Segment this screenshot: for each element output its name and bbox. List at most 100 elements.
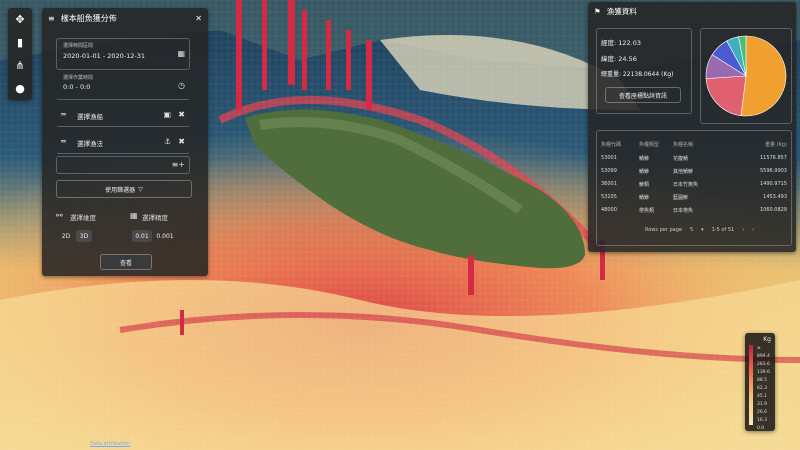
cell-type: 鯖鰺 (639, 156, 650, 162)
chevron-down-icon[interactable]: ▾ (701, 227, 704, 233)
table-row[interactable]: 36001 鯵類 日本竹筴魚 1490.9715 (601, 181, 787, 188)
catch-distribution-panel: ≡ 樣本船魚獲分佈 ✕ 選擇時間區間 2020-01-01 - 2020-12-… (42, 8, 208, 276)
legend-label: 283.6 (757, 362, 770, 367)
cell-name: 花腹鯖 (673, 156, 689, 162)
legend-label: ≥ 894.4 (757, 346, 770, 359)
hook-icon[interactable]: ⚓ (164, 137, 171, 146)
catch-data-panel: ⚑ 漁獲資料 經度: 122.03 緯度: 24.56 總重量: 22138.0… (588, 2, 796, 252)
hierarchy-icon[interactable]: ⋔ (8, 54, 32, 77)
bar-chart-icon[interactable]: ▮ (8, 31, 32, 54)
coordinate-info-box: 經度: 122.03 緯度: 24.56 總重量: 22138.0644 (Kg… (596, 28, 692, 114)
cell-name: 其他鯖鰺 (673, 169, 694, 175)
drag-handle-icon[interactable]: ═ (61, 110, 66, 119)
date-range-field[interactable]: 選擇時間區間 2020-01-01 - 2020-12-31 ▦ (56, 38, 190, 70)
apply-filter-label: 使用篩選器 (105, 186, 136, 194)
pie-slice[interactable] (740, 35, 787, 117)
pagination-bar: Rows per page 5 ▾ 1-5 of 51 ‹ › (645, 227, 754, 233)
vessel-select-row[interactable]: ═ 選擇漁船 ▣ ✖ (56, 103, 190, 127)
legend-label: 62.3 (757, 386, 768, 391)
resolution-0001-button[interactable]: 0.001 (154, 230, 176, 242)
resolution-001-button[interactable]: 0.01 (132, 230, 152, 242)
chevron-right-icon[interactable]: › (752, 227, 754, 233)
table-row[interactable]: 53099 鯖鰺 其他鯖鰺 5596.9903 (601, 168, 787, 175)
table-header: 魚種代碼 魚種類型 魚種名稱 重量 (Kg) (601, 141, 787, 148)
species-pie-box (700, 28, 792, 124)
filter-icon: ▽ (138, 185, 143, 193)
weight-legend: Kg ≥ 894.4 283.6 139.6 88.5 62.3 45.1 31.9 26.6… (745, 333, 775, 431)
cell-name: 藍圓鰺 (673, 195, 689, 201)
species-table: 魚種代碼 魚種類型 魚種名稱 重量 (Kg) 53001 鯖鰺 花腹鯖 1157… (596, 130, 792, 246)
cell-code: 53099 (601, 168, 617, 174)
dimension-3d-button[interactable]: 3D (76, 230, 92, 242)
col-weight: 重量 (Kg) (765, 142, 787, 148)
rows-per-page-label: Rows per page (645, 227, 682, 233)
cell-name: 日本竹筴魚 (673, 182, 699, 188)
work-time-label: 選擇作業時間 (63, 75, 94, 81)
total-weight-text: 總重量: 22138.0644 (Kg) (601, 71, 674, 78)
cell-weight: 1453.493 (763, 194, 787, 200)
method-select[interactable]: 選擇漁法 (77, 138, 103, 148)
panel-title: 樣本船魚獲分佈 (60, 13, 117, 23)
cell-type: 鯖鰺 (639, 169, 650, 175)
legend-color-bar (749, 345, 753, 425)
latitude-text: 緯度: 24.56 (601, 55, 637, 63)
method-select-row[interactable]: ═ 選擇漁法 ⚓ ✖ (56, 130, 190, 154)
add-list-icon[interactable]: ≡+ (172, 160, 185, 169)
close-icon[interactable]: ✕ (195, 14, 202, 23)
map-toolbar: ✥ ▮ ⋔ ● (8, 8, 32, 100)
catch-data-title: 漁獲資料 (606, 6, 637, 16)
chevron-left-icon[interactable]: ‹ (742, 227, 744, 233)
resolution-label: 選擇精度 (142, 214, 168, 222)
cell-weight: 5596.9903 (759, 168, 787, 174)
cell-type: 帶魚類 (639, 208, 655, 214)
trash-icon[interactable]: ✖ (178, 110, 185, 119)
table-row[interactable]: 48000 帶魚類 日本帶魚 1060.0829 (601, 207, 787, 214)
grid-icon: ▦ (130, 211, 138, 220)
apply-filter-button[interactable]: 使用篩選器 ▽ (56, 180, 192, 198)
table-row[interactable]: 53105 鯖鰺 藍圓鰺 1453.493 (601, 194, 787, 201)
col-species-code: 魚種代碼 (601, 142, 622, 148)
date-range-label: 選擇時間區間 (63, 43, 94, 49)
dimension-icon: ⚯ (56, 211, 63, 220)
menu-icon[interactable]: ≡ (48, 14, 55, 23)
legend-unit: Kg (763, 336, 771, 343)
trash-icon[interactable]: ✖ (178, 137, 185, 146)
query-button[interactable]: 查看 (100, 254, 152, 270)
species-pie-chart (705, 35, 787, 117)
cell-code: 53001 (601, 155, 617, 161)
cell-weight: 1060.0829 (759, 207, 787, 213)
move-icon[interactable]: ✥ (8, 8, 32, 31)
flag-icon: ⚑ (594, 6, 601, 16)
cell-type: 鯵類 (639, 182, 650, 188)
legend-label: 16.3 (757, 418, 768, 423)
table-row[interactable]: 53001 鯖鰺 花腹鯖 11576.857 (601, 155, 787, 162)
vessel-select[interactable]: 選擇漁船 (77, 111, 103, 121)
cell-weight: 1490.9715 (759, 181, 787, 187)
legend-label: 139.6 (757, 370, 770, 375)
briefcase-icon[interactable]: ▣ (163, 110, 171, 119)
cell-weight: 11576.857 (759, 155, 787, 161)
attribution-link[interactable]: Data attribution (90, 441, 130, 447)
add-filter-row[interactable]: ≡+ (56, 156, 190, 174)
dimension-label: 選擇維度 (70, 214, 96, 222)
pagination-range: 1-5 of 51 (711, 227, 735, 233)
rows-per-page-select[interactable]: 5 (690, 227, 693, 233)
point-detail-button[interactable]: 查看座標點詳資訊 (605, 87, 681, 103)
dimension-2d-button[interactable]: 2D (58, 230, 74, 242)
scatter-icon[interactable]: ● (8, 77, 32, 100)
legend-label: 88.5 (757, 378, 768, 383)
drag-handle-icon[interactable]: ═ (61, 137, 66, 146)
legend-label: 26.6 (757, 410, 768, 415)
pie-slice[interactable] (705, 75, 747, 117)
clock-icon[interactable]: ◷ (178, 81, 185, 90)
legend-labels: ≥ 894.4 283.6 139.6 88.5 62.3 45.1 31.9 26.6 16.… (757, 345, 775, 433)
calendar-icon[interactable]: ▦ (177, 49, 185, 58)
legend-label: 31.9 (757, 402, 768, 407)
work-time-field[interactable]: 選擇作業時間 0:0 - 0:0 ◷ (56, 70, 190, 100)
longitude-text: 經度: 122.03 (601, 39, 641, 47)
cell-name: 日本帶魚 (673, 208, 694, 214)
cell-type: 鯖鰺 (639, 195, 650, 201)
legend-label: 0.0 (757, 426, 765, 431)
col-species-type: 魚種類型 (639, 142, 660, 148)
date-range-value: 2020-01-01 - 2020-12-31 (63, 52, 146, 60)
